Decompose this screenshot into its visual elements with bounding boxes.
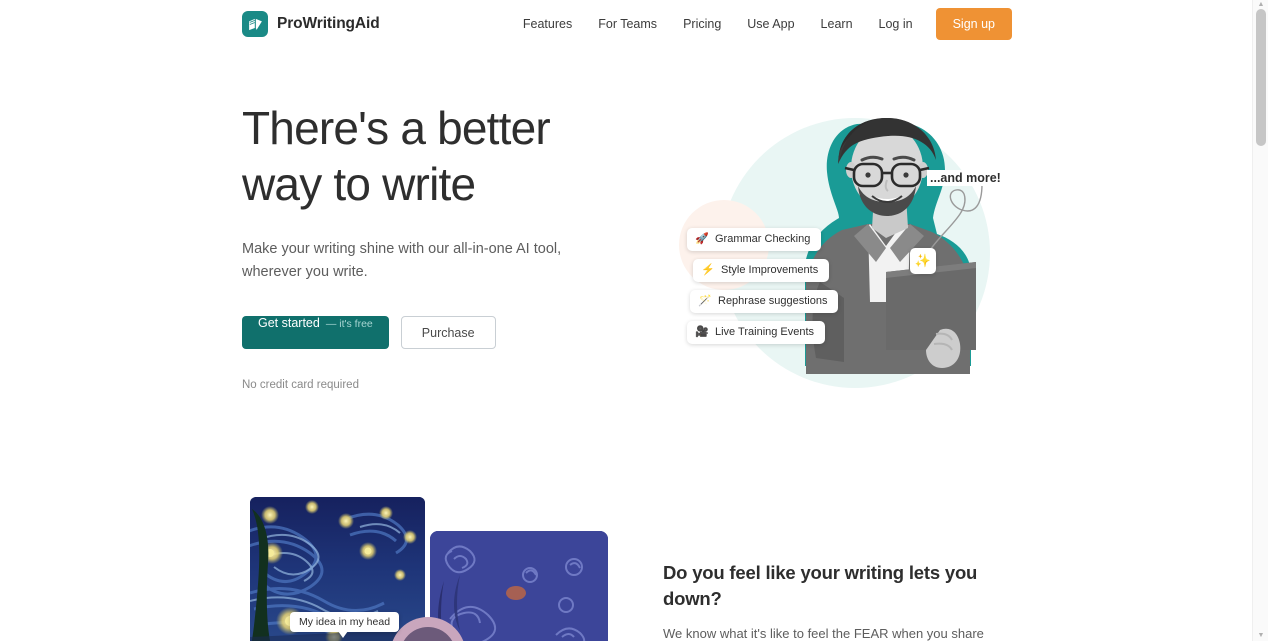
get-started-sublabel: — it's free: [325, 318, 373, 330]
lower-text-block: Do you feel like your writing lets you d…: [663, 560, 1023, 641]
no-credit-card-note: No credit card required: [242, 379, 359, 391]
scrollbar-thumb[interactable]: [1256, 9, 1266, 146]
get-started-button[interactable]: Get started — it's free: [242, 316, 389, 349]
caption-pointer: [338, 631, 348, 638]
nav-item-use-app[interactable]: Use App: [734, 8, 807, 40]
nav-item-features[interactable]: Features: [510, 8, 585, 40]
hero-subtitle: Make your writing shine with our all-in-…: [242, 241, 562, 280]
scroll-up-arrow-icon[interactable]: ▲: [1257, 1, 1265, 9]
nav-item-for-teams[interactable]: For Teams: [585, 8, 670, 40]
main-navigation: Features For Teams Pricing Use App Learn…: [510, 8, 1012, 40]
vertical-scrollbar[interactable]: ▲ ▼: [1252, 0, 1268, 641]
simplified-sketch-artwork: [430, 531, 608, 641]
feature-badge-grammar-checking: 🚀 Grammar Checking: [687, 228, 822, 251]
purchase-button[interactable]: Purchase: [400, 316, 496, 349]
plain-version-panel: [430, 531, 608, 641]
feature-badge-label: Grammar Checking: [715, 233, 811, 245]
nav-item-pricing[interactable]: Pricing: [670, 8, 734, 40]
sign-up-button[interactable]: Sign up: [935, 8, 1012, 40]
rocket-icon: 🚀: [695, 233, 709, 245]
magic-wand-icon: 🪄: [698, 295, 712, 307]
feature-badge-label: Rephrase suggestions: [718, 295, 828, 307]
brand-name: ProWritingAid: [277, 15, 380, 32]
feature-badge-label: Live Training Events: [715, 326, 815, 338]
section-heading: Do you feel like your writing lets you d…: [663, 562, 978, 609]
page-title: There's a better way to write: [242, 100, 632, 212]
browser-page: ProWritingAid Features For Teams Pricing…: [0, 0, 1268, 641]
section-body-text: We know what it's like to feel the FEAR …: [663, 626, 984, 641]
feature-badge-live-training-events: 🎥 Live Training Events: [687, 321, 826, 344]
scroll-down-arrow-icon[interactable]: ▼: [1257, 632, 1265, 640]
get-started-label: Get started: [258, 316, 320, 330]
hero-text-block: There's a better way to write Make your …: [242, 100, 632, 391]
image-caption-badge: My idea in my head: [290, 612, 400, 632]
hero-title-line-2: way to write: [242, 158, 476, 210]
feature-badge-style-improvements: ⚡ Style Improvements: [693, 259, 830, 282]
feature-badge-rephrase-suggestions: 🪄 Rephrase suggestions: [690, 290, 839, 313]
brand-logo-link[interactable]: ProWritingAid: [242, 11, 380, 37]
nav-item-learn[interactable]: Learn: [808, 8, 866, 40]
hero-illustration: ...and more! ✨ 🚀 Grammar Checking ⚡ Styl…: [655, 100, 1055, 400]
lightning-icon: ⚡: [701, 264, 715, 276]
sparkles-icon: ✨: [910, 248, 936, 274]
and-more-label: ...and more!: [927, 170, 1004, 186]
open-book-check-icon: [242, 11, 268, 37]
hero-title-line-1: There's a better: [242, 102, 551, 154]
idea-comparison-illustration: My idea in my head: [242, 490, 622, 641]
hero-cta-group: Get started — it's free Purchase: [242, 316, 632, 349]
feature-badge-label: Style Improvements: [721, 264, 819, 276]
video-camera-icon: 🎥: [695, 326, 709, 338]
page-viewport: ProWritingAid Features For Teams Pricing…: [0, 0, 1252, 641]
nav-item-log-in[interactable]: Log in: [866, 8, 926, 40]
site-header: ProWritingAid Features For Teams Pricing…: [0, 0, 1252, 48]
